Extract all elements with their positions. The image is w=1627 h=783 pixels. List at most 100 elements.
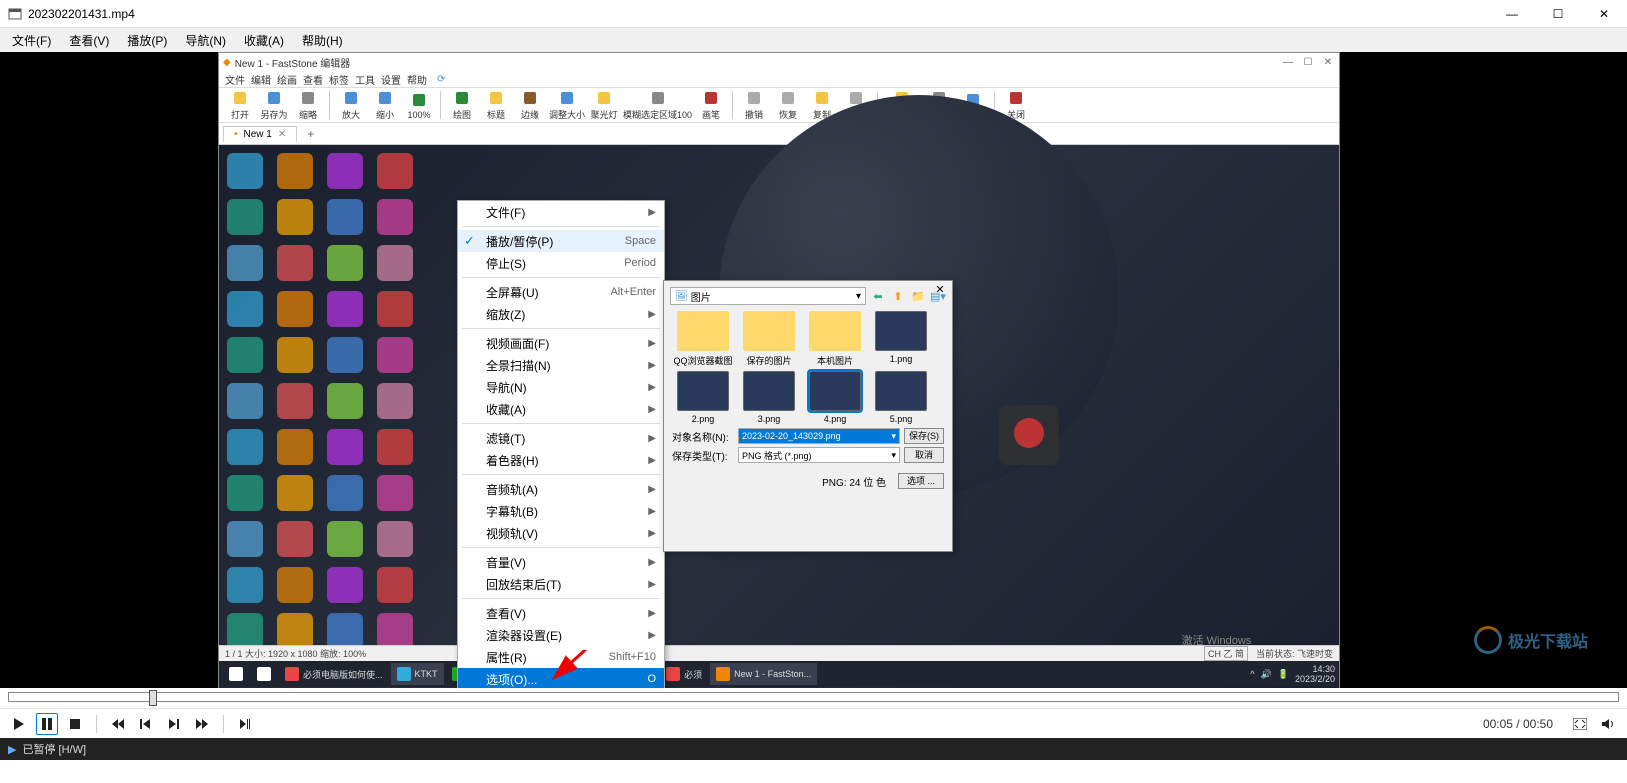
taskbar-item[interactable]: New 1 - FastSton...: [710, 663, 817, 685]
save-dialog-close-icon[interactable]: ✕: [932, 283, 948, 296]
toolbar-zoom-in-button[interactable]: 放大: [336, 89, 366, 121]
seekbar[interactable]: [8, 692, 1619, 702]
close-button[interactable]: ✕: [1581, 0, 1627, 28]
context-menu-item[interactable]: 渲染器设置(E)▶: [458, 624, 664, 646]
tray-icon[interactable]: ^: [1250, 669, 1254, 679]
stop-button[interactable]: [64, 713, 86, 735]
fs-tab-close-icon[interactable]: ✕: [278, 129, 286, 140]
toolbar-note-button[interactable]: 标题: [481, 89, 511, 121]
context-menu-item[interactable]: 着色器(H)▶: [458, 449, 664, 471]
file-item[interactable]: QQ浏览器截图: [672, 311, 734, 367]
desktop-icon: [327, 199, 363, 235]
filename-input[interactable]: 2023-02-20_143029.png▾: [738, 428, 900, 444]
context-menu-item[interactable]: 属性(R)Shift+F10: [458, 646, 664, 668]
context-menu-item[interactable]: 选项(O)...O: [458, 668, 664, 688]
menu-file[interactable]: 文件(F): [4, 30, 59, 51]
context-menu-item[interactable]: 视频画面(F)▶: [458, 332, 664, 354]
context-menu-item[interactable]: 查看(V)▶: [458, 602, 664, 624]
volume-button[interactable]: [1597, 713, 1619, 735]
fs-tab[interactable]: • New 1 ✕: [223, 126, 297, 142]
fs-maximize[interactable]: ☐: [1301, 57, 1315, 68]
taskbar-item[interactable]: 必须电脑版如何使...: [279, 663, 389, 685]
toolbar-draw-button[interactable]: 绘图: [447, 89, 477, 121]
save-button[interactable]: 保存(S): [904, 428, 944, 444]
fs-menu-item[interactable]: 设置: [381, 72, 401, 87]
save-lookin-select[interactable]: 🖼 图片 ▾: [670, 287, 866, 305]
toolbar-zoom-out-button[interactable]: 缩小: [370, 89, 400, 121]
step-forward-button[interactable]: [163, 713, 185, 735]
options-button[interactable]: 选项 ...: [898, 473, 944, 489]
context-menu-item[interactable]: 视频轨(V)▶: [458, 522, 664, 544]
taskbar-item[interactable]: [251, 663, 277, 685]
fs-menu-item[interactable]: 标签: [329, 72, 349, 87]
fullscreen-button[interactable]: [1569, 713, 1591, 735]
context-menu-item[interactable]: 全景扫描(N)▶: [458, 354, 664, 376]
fs-minimize[interactable]: —: [1281, 57, 1295, 68]
desktop-icon: [227, 429, 263, 465]
minimize-button[interactable]: —: [1489, 0, 1535, 28]
toolbar-blur-button[interactable]: 模糊选定区域100: [623, 89, 692, 121]
context-menu-item[interactable]: 导航(N)▶: [458, 376, 664, 398]
skip-forward-button[interactable]: [191, 713, 213, 735]
file-item[interactable]: 3.png: [738, 371, 800, 424]
file-item[interactable]: 保存的图片: [738, 311, 800, 367]
maximize-button[interactable]: ☐: [1535, 0, 1581, 28]
toolbar-fit-button[interactable]: 100%: [404, 91, 434, 120]
fs-refresh-icon[interactable]: ⟳: [437, 74, 445, 85]
toolbar-save-button[interactable]: 另存为: [259, 89, 289, 121]
context-menu-item[interactable]: 收藏(A)▶: [458, 398, 664, 420]
fs-close[interactable]: ✕: [1321, 57, 1335, 68]
pause-button[interactable]: [36, 713, 58, 735]
toolbar-brush-button[interactable]: 画笔: [696, 89, 726, 121]
menu-favorites[interactable]: 收藏(A): [236, 30, 292, 51]
menu-navigate[interactable]: 导航(N): [177, 30, 234, 51]
fs-menu-item[interactable]: 工具: [355, 72, 375, 87]
context-menu-item[interactable]: ✓播放/暂停(P)Space: [458, 230, 664, 252]
context-menu-item[interactable]: 字幕轨(B)▶: [458, 500, 664, 522]
back-icon[interactable]: ⬅: [870, 288, 886, 304]
context-menu-item[interactable]: 回放结束后(T)▶: [458, 573, 664, 595]
taskbar-item[interactable]: 必须: [660, 663, 708, 685]
video-area[interactable]: ◆ New 1 - FastStone 编辑器 — ☐ ✕ 文件 编辑 绘画 查…: [0, 52, 1627, 688]
filetype-select[interactable]: PNG 格式 (*.png)▾: [738, 447, 900, 463]
toolbar-grid-button[interactable]: 缩略: [293, 89, 323, 121]
up-icon[interactable]: ⬆: [890, 288, 906, 304]
cancel-button[interactable]: 取消: [904, 447, 944, 463]
fs-menu-item[interactable]: 文件: [225, 72, 245, 87]
menu-view[interactable]: 查看(V): [61, 30, 117, 51]
file-item[interactable]: 4.png: [804, 371, 866, 424]
fs-menu-item[interactable]: 编辑: [251, 72, 271, 87]
file-item[interactable]: 2.png: [672, 371, 734, 424]
context-menu-item[interactable]: 停止(S)Period: [458, 252, 664, 274]
toolbar-redo-button[interactable]: 恢复: [773, 89, 803, 121]
taskbar-item[interactable]: KTKT: [391, 663, 444, 685]
file-item[interactable]: 本机图片: [804, 311, 866, 367]
context-menu-item[interactable]: 音量(V)▶: [458, 551, 664, 573]
fs-menu-item[interactable]: 查看: [303, 72, 323, 87]
newfolder-icon[interactable]: 📁: [910, 288, 926, 304]
fs-menu-item[interactable]: 绘画: [277, 72, 297, 87]
seek-thumb[interactable]: [149, 690, 157, 706]
fs-lang[interactable]: CH 乙 简: [1204, 646, 1248, 661]
context-menu-item[interactable]: 音频轨(A)▶: [458, 478, 664, 500]
fs-menu-item[interactable]: 帮助: [407, 72, 427, 87]
context-menu-item[interactable]: 缩放(Z)▶: [458, 303, 664, 325]
fs-tab-add[interactable]: +: [299, 125, 322, 143]
play-button[interactable]: [8, 713, 30, 735]
file-item[interactable]: 5.png: [870, 371, 932, 424]
context-menu-item[interactable]: 滤镜(T)▶: [458, 427, 664, 449]
toolbar-open-button[interactable]: 打开: [225, 89, 255, 121]
frame-step-button[interactable]: [234, 713, 256, 735]
toolbar-undo-button[interactable]: 撤销: [739, 89, 769, 121]
context-menu-item[interactable]: 文件(F)▶: [458, 201, 664, 223]
taskbar-item[interactable]: [223, 663, 249, 685]
toolbar-light-button[interactable]: 聚光灯: [589, 89, 619, 121]
step-back-button[interactable]: [135, 713, 157, 735]
toolbar-edge-button[interactable]: 边缘: [515, 89, 545, 121]
file-item[interactable]: 1.png: [870, 311, 932, 367]
context-menu-item[interactable]: 全屏幕(U)Alt+Enter: [458, 281, 664, 303]
skip-back-button[interactable]: [107, 713, 129, 735]
menu-help[interactable]: 帮助(H): [294, 30, 351, 51]
menu-play[interactable]: 播放(P): [119, 30, 175, 51]
toolbar-adjust-button[interactable]: 调整大小: [549, 89, 585, 121]
